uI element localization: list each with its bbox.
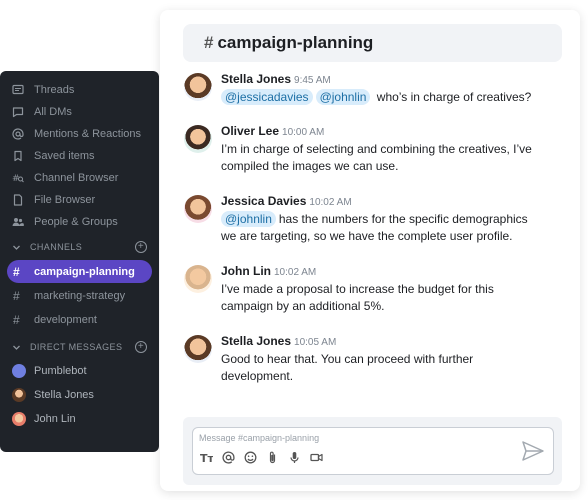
message-input-placeholder: Message #campaign-planning — [199, 433, 320, 443]
dm-item-stella-jones[interactable]: Stella Jones — [0, 383, 159, 407]
hash-icon: # — [204, 33, 214, 52]
dm-label: Pumblebot — [34, 365, 87, 377]
chevron-down-icon — [12, 243, 24, 252]
message-time: 10:00 AM — [282, 127, 325, 138]
message-author: Stella Jones — [221, 72, 292, 86]
add-dm-icon[interactable]: + — [135, 341, 147, 353]
microphone-icon[interactable] — [287, 450, 301, 464]
channels-header-label: CHANNELS — [30, 242, 83, 252]
message-time: 10:02 AM — [274, 267, 317, 278]
avatar — [12, 388, 26, 402]
sidebar-item-label: Saved items — [34, 150, 95, 162]
message-time: 10:05 AM — [294, 337, 337, 348]
message-text: campaign by an additional 5%. — [221, 299, 385, 313]
hash-icon: # — [13, 288, 20, 303]
at-icon — [12, 128, 28, 140]
hash-icon: # — [13, 264, 20, 279]
message-item: Stella Jones 9:45 AM @jessicadavies @johnl… — [184, 72, 564, 106]
sidebar-item-mentions[interactable]: Mentions & Reactions — [0, 123, 159, 145]
sidebar: Threads All DMs Mentions & Reactions Sav… — [0, 71, 159, 452]
channel-browser-icon: # — [12, 172, 28, 184]
message-text: compiled the images we can use. — [221, 159, 399, 173]
avatar — [184, 73, 212, 101]
sidebar-item-label: All DMs — [34, 106, 72, 118]
message-text: we are targeting, so we have the complet… — [221, 229, 513, 243]
avatar — [184, 265, 212, 293]
svg-text:Tт: Tт — [200, 452, 213, 464]
message-author: John Lin — [221, 264, 271, 278]
message-text: who’s in charge of creatives? — [373, 90, 532, 104]
channel-campaign-planning[interactable]: # campaign-planning — [7, 260, 152, 283]
composer-toolbar: Tт — [199, 450, 331, 464]
chat-panel: # campaign-planning Stella Jones 9:45 AM … — [160, 10, 580, 491]
sidebar-item-people[interactable]: People & Groups — [0, 211, 159, 233]
message-input[interactable]: Message #campaign-planning Tт — [192, 427, 554, 475]
dm-icon — [12, 106, 28, 118]
add-channel-icon[interactable]: + — [135, 241, 147, 253]
threads-icon — [12, 84, 28, 96]
people-icon — [12, 216, 28, 228]
message-item: Stella Jones 10:05 AM Good to hear that. … — [184, 334, 564, 385]
message-text: I’ve made a proposal to increase the bud… — [221, 282, 494, 296]
message-author: Stella Jones — [221, 334, 292, 348]
dm-item-john-lin[interactable]: John Lin — [0, 407, 159, 431]
mention-chip[interactable]: @johnlin — [315, 89, 371, 105]
sidebar-item-label: Threads — [34, 84, 75, 96]
channel-label: development — [34, 313, 97, 326]
sidebar-item-threads[interactable]: Threads — [0, 79, 159, 101]
message-text: has the numbers for the specific demogra… — [278, 212, 528, 226]
message-author: Jessica Davies — [221, 194, 307, 208]
chevron-down-icon — [12, 343, 24, 352]
message-text: I’m in charge of selecting and combining… — [221, 142, 532, 156]
message-text: development. — [221, 369, 294, 383]
mention-chip[interactable]: @jessicadavies — [221, 89, 313, 105]
dm-label: John Lin — [34, 413, 76, 425]
dm-label: Stella Jones — [34, 389, 94, 401]
dm-item-pumblebot[interactable]: Pumblebot — [0, 359, 159, 383]
message-text: Good to hear that. You can proceed with … — [221, 352, 474, 366]
channels-section-header[interactable]: CHANNELS + — [0, 235, 159, 259]
avatar — [184, 195, 212, 223]
app-window: Threads All DMs Mentions & Reactions Sav… — [0, 0, 588, 500]
sidebar-item-label: File Browser — [34, 194, 96, 206]
mention-chip[interactable]: @johnlin — [221, 211, 276, 227]
message-time: 9:45 AM — [294, 75, 331, 86]
message-author: Oliver Lee — [221, 124, 280, 138]
text-format-icon[interactable]: Tт — [199, 450, 213, 464]
channel-label: marketing-strategy — [34, 289, 126, 302]
channel-header: # campaign-planning — [183, 24, 562, 62]
dm-section-header[interactable]: DIRECT MESSAGES + — [0, 335, 159, 359]
avatar — [184, 335, 212, 363]
send-icon[interactable] — [521, 440, 545, 462]
sidebar-item-label: Mentions & Reactions — [34, 128, 141, 140]
attachment-icon[interactable] — [265, 450, 279, 464]
page-title: campaign-planning — [217, 33, 374, 52]
bookmark-icon — [12, 150, 28, 162]
sidebar-item-file-browser[interactable]: File Browser — [0, 189, 159, 211]
sidebar-item-channel-browser[interactable]: # Channel Browser — [0, 167, 159, 189]
message-time: 10:02 AM — [309, 197, 352, 208]
message-item: Jessica Davies 10:02 AM @johnlin has the n… — [184, 194, 564, 245]
composer-area: Message #campaign-planning Tт — [183, 417, 562, 485]
dm-header-label: DIRECT MESSAGES — [30, 342, 123, 352]
sidebar-item-label: Channel Browser — [34, 172, 119, 184]
sidebar-item-all-dms[interactable]: All DMs — [0, 101, 159, 123]
channel-label: campaign-planning — [34, 265, 135, 278]
sidebar-item-saved[interactable]: Saved items — [0, 145, 159, 167]
bot-avatar — [12, 364, 26, 378]
message-item: Oliver Lee 10:00 AM I’m in charge of sele… — [184, 124, 564, 175]
channel-development[interactable]: # development — [7, 308, 152, 331]
video-icon[interactable] — [309, 450, 323, 464]
avatar — [184, 125, 212, 153]
avatar — [12, 412, 26, 426]
channel-marketing-strategy[interactable]: # marketing-strategy — [7, 284, 152, 307]
sidebar-item-label: People & Groups — [34, 216, 118, 228]
emoji-icon[interactable] — [243, 450, 257, 464]
message-item: John Lin 10:02 AM I’ve made a proposal to… — [184, 264, 564, 315]
hash-icon: # — [13, 312, 20, 327]
file-icon — [12, 194, 28, 206]
at-icon[interactable] — [221, 450, 235, 464]
